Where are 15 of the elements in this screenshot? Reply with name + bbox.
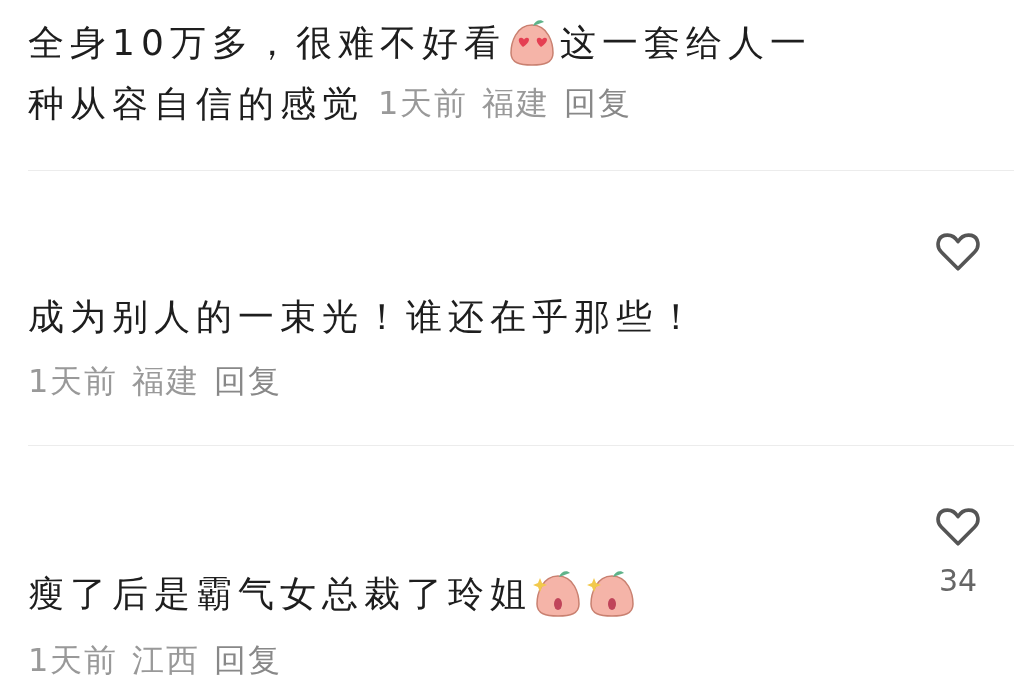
comment-time: 1天前 — [378, 83, 469, 124]
comment-text: 种从容自信的感觉 — [28, 82, 364, 126]
comment-location: 福建 — [482, 83, 551, 124]
comment-location: 江西 — [132, 640, 201, 681]
reply-link[interactable]: 回复 — [564, 73, 633, 134]
reply-link[interactable]: 回复 — [214, 636, 283, 684]
comment-text: 成为别人的一束光！谁还在乎那些！ — [28, 295, 700, 339]
comment-time: 1天前 — [28, 361, 119, 402]
comment-text: 全身10万多，很难不好看 — [28, 21, 506, 65]
comment-text: 这一套给人一 — [559, 21, 812, 65]
like-count: 34 — [938, 563, 978, 598]
reply-link[interactable]: 回复 — [214, 357, 283, 405]
comment-text: 瘦了后是霸气女总裁了玲姐 — [28, 572, 532, 616]
comment-time: 1天前 — [28, 640, 119, 681]
comment-location: 福建 — [132, 361, 201, 402]
